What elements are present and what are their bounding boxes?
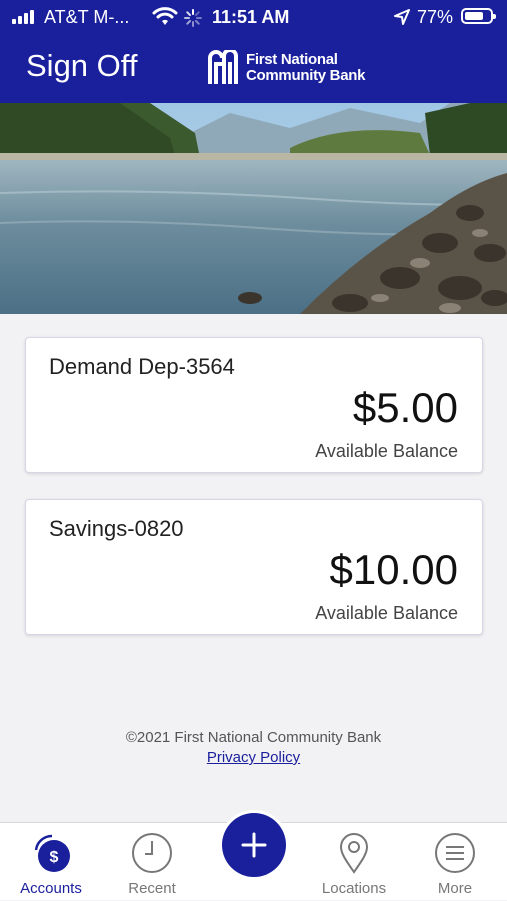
hamburger-menu-icon (435, 833, 475, 873)
account-card-savings[interactable]: Savings-0820 $10.00 Available Balance (25, 499, 483, 635)
map-pin-icon (339, 833, 369, 874)
hero-landscape-image (0, 103, 507, 314)
bank-logo-mark-icon (208, 50, 238, 84)
bank-logo: First National Community Bank (206, 50, 365, 86)
tab-label: Recent (128, 880, 176, 897)
carrier-name: AT&T M-... (44, 7, 130, 27)
wifi-icon (152, 7, 178, 25)
copyright-text: ©2021 First National Community Bank (125, 729, 382, 746)
battery-percent: 77% (417, 7, 454, 27)
sign-off-button[interactable]: Sign Off (26, 48, 137, 84)
available-balance-label: Available Balance (315, 603, 458, 623)
add-action-button[interactable] (222, 813, 286, 877)
available-balance-label: Available Balance (315, 441, 458, 461)
page-footer: ©2021 First National Community Bank Priv… (0, 728, 507, 768)
tab-label: More (437, 880, 473, 897)
tab-label: Accounts (20, 880, 82, 897)
account-balance: $10.00 (329, 546, 458, 593)
status-bar: AT&T M-... 11:51 AM 77% (0, 0, 507, 34)
location-arrow-icon (394, 9, 410, 25)
plus-icon (241, 832, 267, 858)
tab-recent[interactable]: Recent (102, 823, 202, 901)
tab-locations[interactable]: Locations (304, 823, 404, 901)
tab-label: Locations (321, 880, 387, 897)
clock-icon (132, 833, 172, 873)
account-balance: $5.00 (352, 384, 458, 431)
bank-logo-text: First National Community Bank (246, 52, 365, 84)
logo-line-2: Community Bank (246, 67, 366, 84)
activity-spinner-icon (184, 9, 202, 27)
logo-line-1: First National (246, 51, 338, 68)
tab-more[interactable]: More (405, 823, 505, 901)
battery-icon (461, 8, 496, 24)
dollar-circle-icon: $ (34, 834, 70, 872)
account-name: Savings-0820 (49, 516, 184, 541)
privacy-policy-link[interactable]: Privacy Policy (207, 749, 300, 766)
svg-text:$: $ (50, 849, 59, 866)
app-header: AT&T M-... 11:51 AM 77% Sign Off First N… (0, 0, 507, 103)
clock-time: 11:51 AM (212, 7, 290, 27)
account-card-demand[interactable]: Demand Dep-3564 $5.00 Available Balance (25, 337, 483, 473)
account-name: Demand Dep-3564 (49, 354, 235, 379)
cellular-signal-icon (12, 10, 34, 24)
tab-accounts[interactable]: $ Accounts (1, 823, 101, 901)
